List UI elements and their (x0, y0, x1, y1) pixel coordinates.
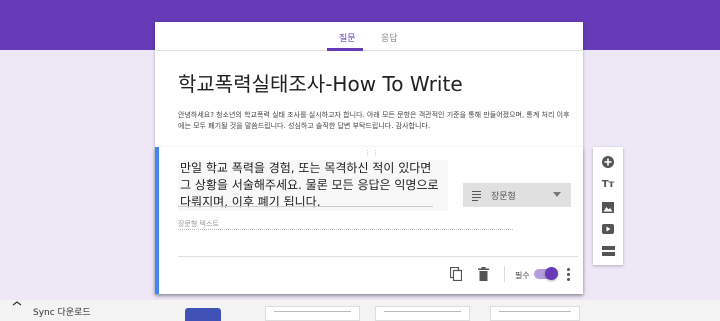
add-section-button[interactable] (593, 240, 623, 262)
form-title[interactable]: 학교폭력실태조사-How To Write (178, 68, 463, 97)
video-icon (602, 224, 614, 234)
more-options-icon[interactable] (567, 268, 571, 281)
add-title-button[interactable]: Tт (593, 173, 623, 195)
thumbnail-page[interactable] (375, 306, 470, 321)
tab-questions[interactable]: 질문 (339, 31, 356, 44)
required-toggle[interactable] (534, 267, 558, 280)
tab-bar: 질문 응답 (155, 22, 583, 51)
drag-handle-icon[interactable]: ⋮⋮ (364, 149, 380, 157)
thumbnail-strip (0, 300, 720, 321)
question-type-label: 장문형 (491, 192, 516, 202)
thumbnail-page[interactable] (490, 306, 580, 321)
duplicate-icon[interactable] (450, 267, 462, 281)
thumbnail-page[interactable] (265, 306, 360, 321)
form-description[interactable]: 안녕하세요? 청소년의 학교폭력 실태 조사를 실시하고자 합니다. 아래 모든… (178, 110, 573, 132)
question-footer-divider (178, 256, 578, 257)
add-question-button[interactable] (593, 151, 623, 173)
question-title-input[interactable]: 만일 학교 폭력을 경험, 또는 목격하신 적이 있다면 그 상황을 서술해주세… (178, 160, 448, 211)
thumbnail-image[interactable] (185, 308, 221, 321)
required-label: 필수 (515, 271, 530, 280)
question-type-dropdown[interactable]: 장문형 (463, 183, 571, 207)
section-icon (601, 246, 615, 256)
delete-icon[interactable] (478, 267, 489, 281)
sync-download-label[interactable]: Sync 다운로드 (33, 305, 91, 318)
add-circle-icon (602, 156, 614, 168)
paragraph-icon (472, 191, 481, 203)
tab-responses[interactable]: 응답 (381, 31, 398, 44)
add-image-button[interactable] (593, 196, 623, 218)
dropdown-caret-icon (553, 192, 561, 197)
sync-icon (12, 301, 22, 306)
footer-separator (504, 266, 505, 282)
answer-line (178, 229, 513, 230)
image-icon (602, 201, 614, 213)
answer-placeholder: 장문형 텍스트 (178, 220, 219, 228)
active-tab-indicator (327, 48, 363, 51)
add-video-button[interactable] (593, 218, 623, 240)
title-text-icon: Tт (601, 178, 615, 190)
question-title-underline (178, 206, 433, 207)
toggle-knob (545, 267, 558, 280)
